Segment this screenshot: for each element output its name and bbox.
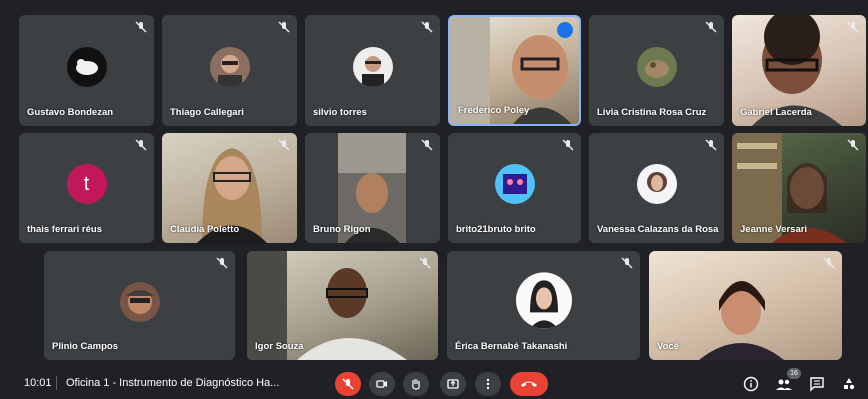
- mic-off-icon: [135, 21, 147, 33]
- chat-button[interactable]: [808, 375, 826, 393]
- participant-tile[interactable]: Jeanne Versari: [732, 133, 866, 243]
- participant-tile[interactable]: Livia Cristina Rosa Cruz: [589, 15, 724, 126]
- mic-off-icon: [705, 139, 717, 151]
- present-now-button[interactable]: [440, 372, 466, 396]
- divider: [56, 376, 57, 390]
- activities-icon: [844, 378, 855, 390]
- avatar: [494, 164, 535, 204]
- participant-name: Thiago Callegari: [170, 107, 244, 118]
- participant-tile[interactable]: Você: [649, 251, 842, 360]
- mic-off-icon: [278, 21, 290, 33]
- mic-off-icon: [216, 257, 228, 269]
- participant-name: Frederico Poley: [458, 105, 530, 116]
- participant-tile[interactable]: t thais ferrari réus: [19, 133, 154, 243]
- end-call-icon: [521, 381, 537, 387]
- mic-off-icon: [278, 139, 290, 151]
- mic-off-icon: [419, 257, 431, 269]
- participant-tile[interactable]: Érica Bernabé Takanashi: [447, 251, 640, 360]
- more-icon: [486, 378, 490, 390]
- mic-toggle-button[interactable]: [335, 372, 361, 396]
- participant-name: thais ferrari réus: [27, 224, 102, 235]
- participant-tile[interactable]: Claudia Poletto: [162, 133, 297, 243]
- chat-icon: [810, 377, 824, 392]
- participant-name: Claudia Poletto: [170, 224, 240, 235]
- participant-tile[interactable]: Gustavo Bondezan: [19, 15, 154, 126]
- present-icon: [447, 379, 459, 389]
- participant-name: Plinio Campos: [52, 341, 118, 352]
- participant-name: Igor Souza: [255, 341, 304, 352]
- mic-off-icon: [847, 21, 859, 33]
- camera-toggle-button[interactable]: [369, 372, 395, 396]
- more-options-button[interactable]: [475, 372, 501, 396]
- participant-tile[interactable]: Thiago Callegari: [162, 15, 297, 126]
- mic-off-icon: [421, 139, 433, 151]
- meeting-toolbar: 10:01 Oficina 1 - Instrumento de Diagnós…: [0, 366, 868, 399]
- meeting-details-button[interactable]: [742, 375, 760, 393]
- participant-tile[interactable]: silvio torres: [305, 15, 440, 126]
- participant-tile[interactable]: Vanessa Calazans da Rosa: [589, 133, 724, 243]
- participant-name: Gabriel Lacerda: [740, 107, 812, 118]
- participant-name: Jeanne Versari: [740, 224, 808, 235]
- participant-name: Você: [657, 341, 680, 352]
- participant-tile[interactable]: brito21bruto brito: [448, 133, 581, 243]
- participant-name: silvio torres: [313, 107, 367, 118]
- participant-name: Érica Bernabé Takanashi: [455, 341, 568, 352]
- avatar: [119, 281, 160, 322]
- mic-off-icon: [562, 139, 574, 151]
- mic-off-icon: [621, 257, 633, 269]
- participant-tile[interactable]: Bruno Rigon: [305, 133, 440, 243]
- mic-off-icon: [342, 378, 354, 390]
- avatar: [636, 46, 677, 87]
- participant-name: Vanessa Calazans da Rosa: [597, 224, 719, 235]
- info-icon: [743, 376, 759, 392]
- avatar: [636, 164, 677, 204]
- avatar: t: [66, 164, 107, 204]
- raise-hand-button[interactable]: [403, 372, 429, 396]
- participant-name: Livia Cristina Rosa Cruz: [597, 107, 707, 118]
- speaking-indicator-icon: [557, 22, 573, 38]
- participant-tile[interactable]: Gabriel Lacerda: [732, 15, 866, 126]
- participant-name: brito21bruto brito: [456, 224, 536, 235]
- mic-off-icon: [135, 139, 147, 151]
- raise-hand-icon: [412, 379, 420, 390]
- participant-grid: Gustavo Bondezan Thiago Callegari silvio…: [0, 0, 868, 366]
- avatar: [515, 271, 572, 328]
- participant-name: Bruno Rigon: [313, 224, 371, 235]
- mic-off-icon: [421, 21, 433, 33]
- meeting-title: Oficina 1 - Instrumento de Diagnóstico H…: [66, 377, 280, 389]
- avatar: [209, 46, 250, 87]
- participant-name: Gustavo Bondezan: [27, 107, 114, 118]
- participant-tile[interactable]: Plinio Campos: [44, 251, 235, 360]
- activities-button[interactable]: [840, 375, 858, 393]
- participant-tile[interactable]: Igor Souza: [247, 251, 438, 360]
- leave-call-button[interactable]: [510, 372, 548, 396]
- meeting-time: 10:01: [24, 377, 52, 389]
- participant-count-badge: 16: [787, 368, 801, 379]
- mic-off-icon: [705, 21, 717, 33]
- avatar: [66, 46, 107, 87]
- participant-tile[interactable]: Frederico Poley: [448, 15, 581, 126]
- avatar: [352, 46, 393, 87]
- mic-off-icon: [823, 257, 835, 269]
- camera-icon: [376, 380, 387, 388]
- mic-off-icon: [847, 139, 859, 151]
